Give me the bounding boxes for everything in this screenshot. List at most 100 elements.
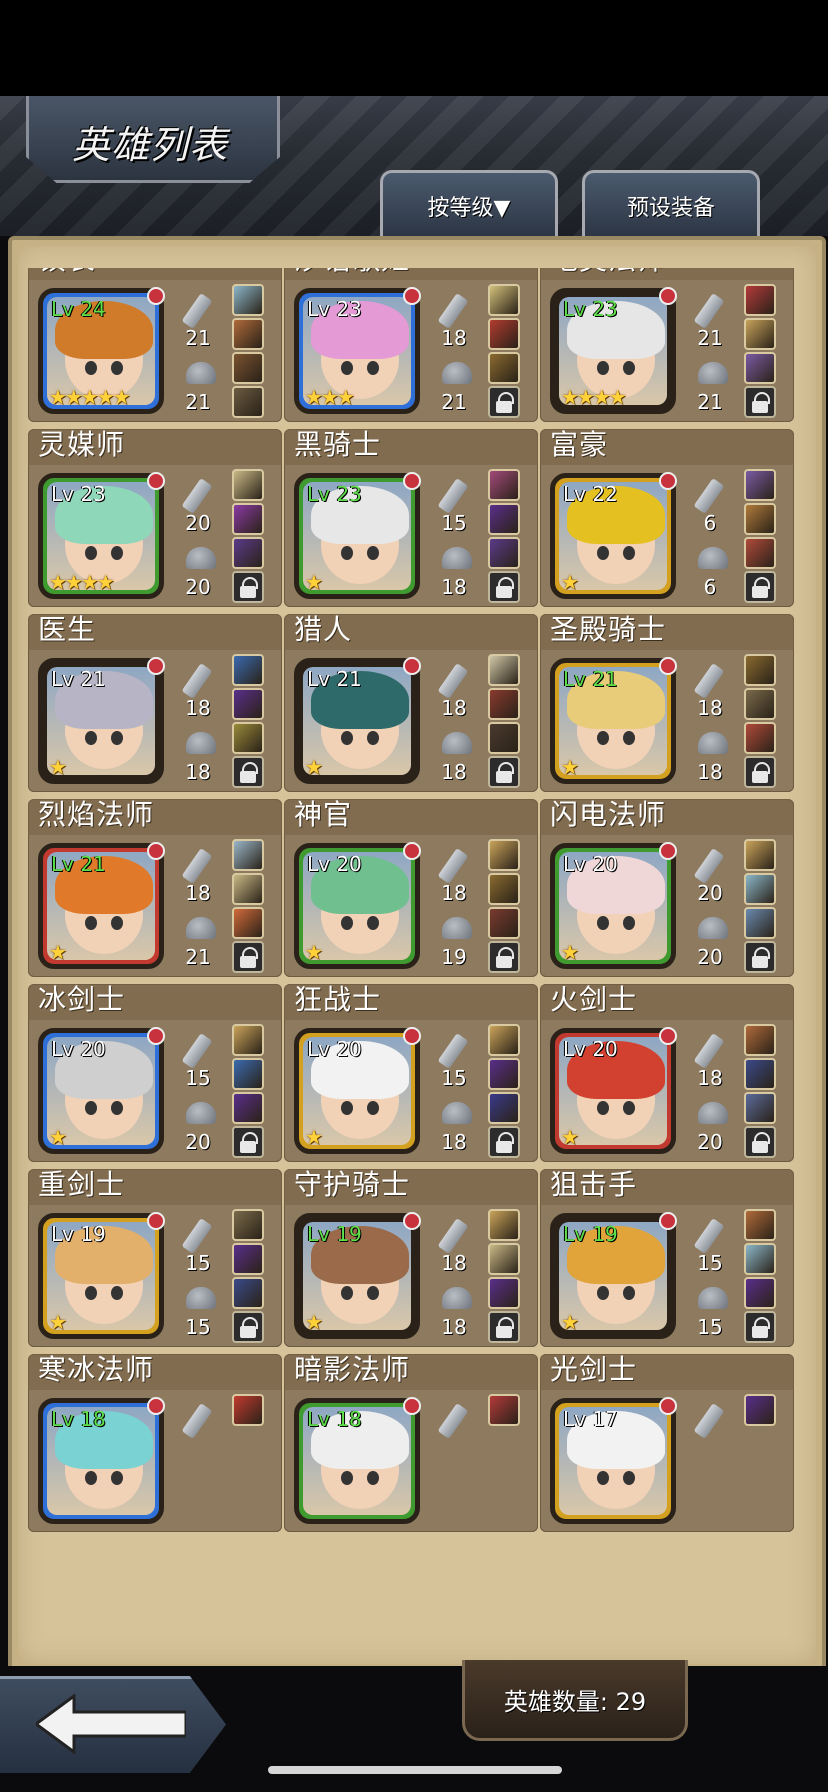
equipment-slot[interactable] (232, 352, 264, 384)
hero-portrait[interactable]: Lv 17 (550, 1397, 677, 1524)
hero-portrait[interactable]: Lv 19 ★ (550, 1212, 677, 1339)
equipment-slot[interactable] (232, 503, 264, 535)
equipment-slot[interactable] (232, 873, 264, 905)
lock-icon[interactable] (232, 571, 264, 603)
lock-icon[interactable] (744, 1311, 776, 1343)
hero-card[interactable]: 灵媒师 Lv 23 ★★★★ 20 20 (28, 428, 282, 607)
home-indicator[interactable] (268, 1766, 562, 1774)
lock-icon[interactable] (232, 1311, 264, 1343)
equipment-slot[interactable] (232, 688, 264, 720)
lock-icon[interactable] (488, 1311, 520, 1343)
equipment-slot[interactable] (744, 503, 776, 535)
hero-card[interactable]: 神官 Lv 20 ★ 18 19 (284, 798, 538, 977)
hero-portrait[interactable]: Lv 23 ★★★ (294, 287, 421, 414)
hero-portrait[interactable]: Lv 19 ★ (294, 1212, 421, 1339)
hero-card[interactable]: 寒冰法师 Lv 18 (28, 1353, 282, 1532)
hero-card[interactable]: 圣殿骑士 Lv 21 ★ 18 18 (540, 613, 794, 792)
equipment-slot[interactable] (232, 469, 264, 501)
equipment-slot[interactable] (488, 839, 520, 871)
equipment-slot[interactable] (488, 469, 520, 501)
equipment-slot[interactable] (488, 907, 520, 939)
hero-card[interactable]: 重剑士 Lv 19 ★ 15 15 (28, 1168, 282, 1347)
equipment-slot[interactable] (744, 722, 776, 754)
hero-portrait[interactable]: Lv 23 ★★★★ (550, 287, 677, 414)
equipment-slot[interactable] (232, 386, 264, 418)
hero-portrait[interactable]: Lv 20 ★ (294, 1027, 421, 1154)
equipment-slot[interactable] (744, 537, 776, 569)
lock-icon[interactable] (744, 386, 776, 418)
lock-icon[interactable] (232, 756, 264, 788)
equipment-slot[interactable] (744, 1277, 776, 1309)
hero-portrait[interactable]: Lv 18 (38, 1397, 165, 1524)
back-arrow-icon[interactable] (36, 1694, 186, 1754)
equipment-slot[interactable] (488, 352, 520, 384)
lock-icon[interactable] (488, 941, 520, 973)
equipment-slot[interactable] (232, 1243, 264, 1275)
lock-icon[interactable] (488, 1126, 520, 1158)
hero-card[interactable]: 守护骑士 Lv 19 ★ 18 18 (284, 1168, 538, 1347)
equipment-slot[interactable] (744, 469, 776, 501)
hero-portrait[interactable]: Lv 20 ★ (294, 842, 421, 969)
equipment-slot[interactable] (744, 654, 776, 686)
equipment-slot[interactable] (744, 907, 776, 939)
hero-card[interactable]: 火剑士 Lv 20 ★ 18 20 (540, 983, 794, 1162)
hero-card[interactable]: 镇长 Lv 24 ★★★★★ 21 21 (28, 268, 282, 422)
equipment-slot[interactable] (744, 352, 776, 384)
equipment-slot[interactable] (232, 1024, 264, 1056)
equipment-slot[interactable] (744, 1024, 776, 1056)
hero-card[interactable]: 医生 Lv 21 ★ 18 18 (28, 613, 282, 792)
equipment-slot[interactable] (488, 537, 520, 569)
hero-portrait[interactable]: Lv 19 ★ (38, 1212, 165, 1339)
hero-portrait[interactable]: Lv 21 ★ (550, 657, 677, 784)
equipment-slot[interactable] (488, 873, 520, 905)
hero-card[interactable]: 狂战士 Lv 20 ★ 15 18 (284, 983, 538, 1162)
hero-card[interactable]: 闪电法师 Lv 20 ★ 20 20 (540, 798, 794, 977)
equipment-slot[interactable] (744, 318, 776, 350)
equipment-slot[interactable] (488, 1209, 520, 1241)
equipment-slot[interactable] (232, 284, 264, 316)
hero-portrait[interactable]: Lv 23 ★★★★ (38, 472, 165, 599)
equipment-slot[interactable] (232, 1092, 264, 1124)
hero-card[interactable]: 冰剑士 Lv 20 ★ 15 20 (28, 983, 282, 1162)
hero-portrait[interactable]: Lv 24 ★★★★★ (38, 287, 165, 414)
equipment-slot[interactable] (488, 654, 520, 686)
hero-card[interactable]: 汐语歌姬Lv 23★★★1821 (284, 268, 538, 422)
hero-card[interactable]: 地灵法师 Lv 23 ★★★★ 21 21 (540, 268, 794, 422)
preset-equipment-button[interactable]: 预设装备 (582, 170, 760, 239)
equipment-slot[interactable] (744, 1058, 776, 1090)
equipment-slot[interactable] (744, 1394, 776, 1426)
hero-portrait[interactable]: Lv 21 ★ (38, 842, 165, 969)
equipment-slot[interactable] (744, 839, 776, 871)
equipment-slot[interactable] (232, 318, 264, 350)
lock-icon[interactable] (744, 571, 776, 603)
hero-card[interactable]: 光剑士 Lv 17 (540, 1353, 794, 1532)
equipment-slot[interactable] (744, 1243, 776, 1275)
hero-card[interactable]: 猎人 Lv 21 ★ 18 18 (284, 613, 538, 792)
lock-icon[interactable] (232, 1126, 264, 1158)
lock-icon[interactable] (232, 941, 264, 973)
hero-portrait[interactable]: Lv 18 (294, 1397, 421, 1524)
hero-card[interactable]: 狙击手 Lv 19 ★ 15 15 (540, 1168, 794, 1347)
lock-icon[interactable] (744, 756, 776, 788)
equipment-slot[interactable] (232, 907, 264, 939)
equipment-slot[interactable] (232, 1209, 264, 1241)
equipment-slot[interactable] (488, 1058, 520, 1090)
equipment-slot[interactable] (488, 1277, 520, 1309)
equipment-slot[interactable] (488, 318, 520, 350)
equipment-slot[interactable] (744, 284, 776, 316)
equipment-slot[interactable] (488, 1243, 520, 1275)
equipment-slot[interactable] (744, 1092, 776, 1124)
equipment-slot[interactable] (232, 1058, 264, 1090)
lock-icon[interactable] (744, 941, 776, 973)
sort-by-level-button[interactable]: 按等级▼ (380, 170, 558, 239)
lock-icon[interactable] (488, 571, 520, 603)
hero-portrait[interactable]: Lv 23 ★ (294, 472, 421, 599)
equipment-slot[interactable] (232, 722, 264, 754)
equipment-slot[interactable] (488, 1092, 520, 1124)
hero-card[interactable]: 富豪 Lv 22 ★ 6 6 (540, 428, 794, 607)
equipment-slot[interactable] (232, 839, 264, 871)
equipment-slot[interactable] (488, 284, 520, 316)
equipment-slot[interactable] (488, 503, 520, 535)
equipment-slot[interactable] (488, 1394, 520, 1426)
equipment-slot[interactable] (744, 873, 776, 905)
